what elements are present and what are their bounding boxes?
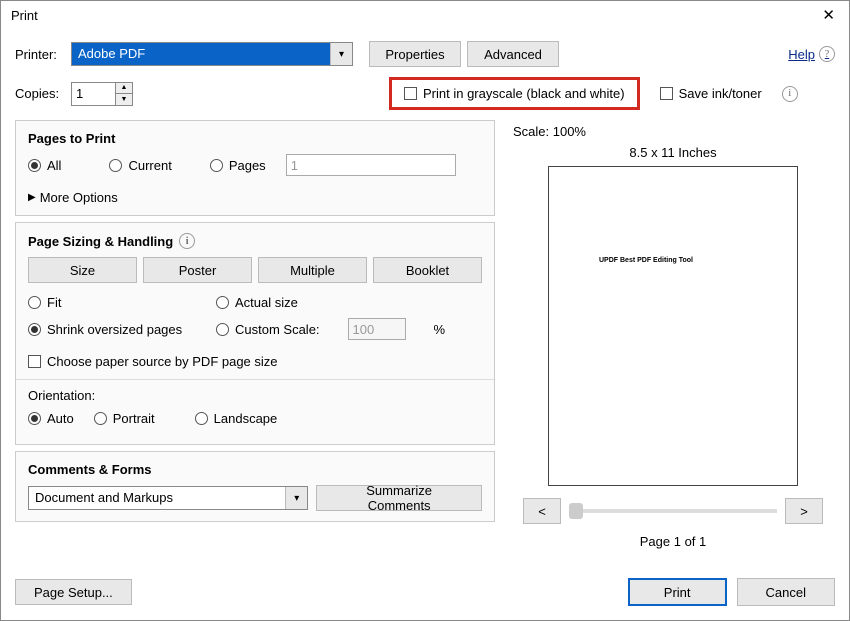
print-dialog: Print ✕ Printer: Adobe PDF ▾ Properties … [0, 0, 850, 621]
printer-label: Printer: [15, 47, 65, 62]
help-link[interactable]: Help ? [788, 46, 835, 62]
properties-button[interactable]: Properties [369, 41, 461, 67]
info-icon[interactable]: i [179, 233, 195, 249]
prev-page-button[interactable]: < [523, 498, 561, 524]
radio-landscape[interactable]: Landscape [195, 411, 278, 426]
preview-scale: Scale: 100% [513, 124, 833, 139]
copies-spinner[interactable]: ▲ ▼ [115, 82, 133, 106]
advanced-button[interactable]: Advanced [467, 41, 559, 67]
tab-multiple[interactable]: Multiple [258, 257, 367, 283]
printer-selected: Adobe PDF [72, 43, 330, 65]
checkbox-icon [28, 355, 41, 368]
page-indicator: Page 1 of 1 [513, 534, 833, 549]
preview-sample-text: UPDF Best PDF Editing Tool [599, 257, 693, 264]
comments-panel: Comments & Forms Document and Markups ▾ … [15, 451, 495, 522]
tab-size[interactable]: Size [28, 257, 137, 283]
titlebar: Print ✕ [1, 1, 849, 29]
save-ink-checkbox[interactable]: Save ink/toner [660, 86, 762, 101]
preview-area: Scale: 100% 8.5 x 11 Inches UPDF Best PD… [511, 120, 835, 553]
radio-all[interactable]: All [28, 158, 61, 173]
info-icon[interactable]: i [782, 86, 798, 102]
radio-shrink[interactable]: Shrink oversized pages [28, 322, 188, 337]
spinner-down-icon[interactable]: ▼ [116, 94, 132, 105]
chevron-down-icon: ▾ [285, 487, 307, 509]
pages-title: Pages to Print [28, 131, 115, 146]
radio-pages[interactable]: Pages [210, 158, 266, 173]
custom-scale-input[interactable] [348, 318, 406, 340]
next-page-button[interactable]: > [785, 498, 823, 524]
orientation-title: Orientation: [28, 388, 482, 403]
page-setup-button[interactable]: Page Setup... [15, 579, 132, 605]
pages-range-input[interactable] [286, 154, 456, 176]
cancel-button[interactable]: Cancel [737, 578, 835, 606]
chevron-down-icon: ▾ [330, 43, 352, 65]
close-icon[interactable]: ✕ [816, 6, 841, 24]
copies-label: Copies: [15, 86, 65, 101]
preview-page: UPDF Best PDF Editing Tool [548, 166, 798, 486]
radio-current[interactable]: Current [109, 158, 171, 173]
radio-actual-size[interactable]: Actual size [216, 295, 298, 310]
checkbox-icon [404, 87, 417, 100]
printer-select[interactable]: Adobe PDF ▾ [71, 42, 353, 66]
radio-fit[interactable]: Fit [28, 295, 188, 310]
tab-booklet[interactable]: Booklet [373, 257, 482, 283]
radio-auto[interactable]: Auto [28, 411, 74, 426]
grayscale-checkbox[interactable]: Print in grayscale (black and white) [404, 86, 625, 101]
grayscale-highlight: Print in grayscale (black and white) [389, 77, 640, 110]
slider-thumb[interactable] [569, 503, 583, 519]
tab-poster[interactable]: Poster [143, 257, 252, 283]
help-icon: ? [819, 46, 835, 62]
copies-input[interactable] [71, 82, 115, 106]
preview-dimensions: 8.5 x 11 Inches [513, 145, 833, 160]
sizing-title: Page Sizing & Handling i [28, 233, 195, 249]
checkbox-icon [660, 87, 673, 100]
comments-select[interactable]: Document and Markups ▾ [28, 486, 308, 510]
window-title: Print [11, 8, 38, 23]
triangle-right-icon: ▶ [28, 192, 36, 203]
more-options-toggle[interactable]: ▶ More Options [28, 190, 118, 205]
radio-custom-scale[interactable]: Custom Scale: [216, 322, 320, 337]
spinner-up-icon[interactable]: ▲ [116, 83, 132, 94]
summarize-comments-button[interactable]: Summarize Comments [316, 485, 482, 511]
sizing-panel: Page Sizing & Handling i Size Poster Mul… [15, 222, 495, 445]
print-button[interactable]: Print [628, 578, 727, 606]
comments-title: Comments & Forms [28, 462, 152, 477]
radio-portrait[interactable]: Portrait [94, 411, 155, 426]
pages-panel: Pages to Print All Current Pages [15, 120, 495, 216]
paper-source-checkbox[interactable]: Choose paper source by PDF page size [28, 354, 278, 369]
page-slider[interactable] [569, 509, 777, 513]
